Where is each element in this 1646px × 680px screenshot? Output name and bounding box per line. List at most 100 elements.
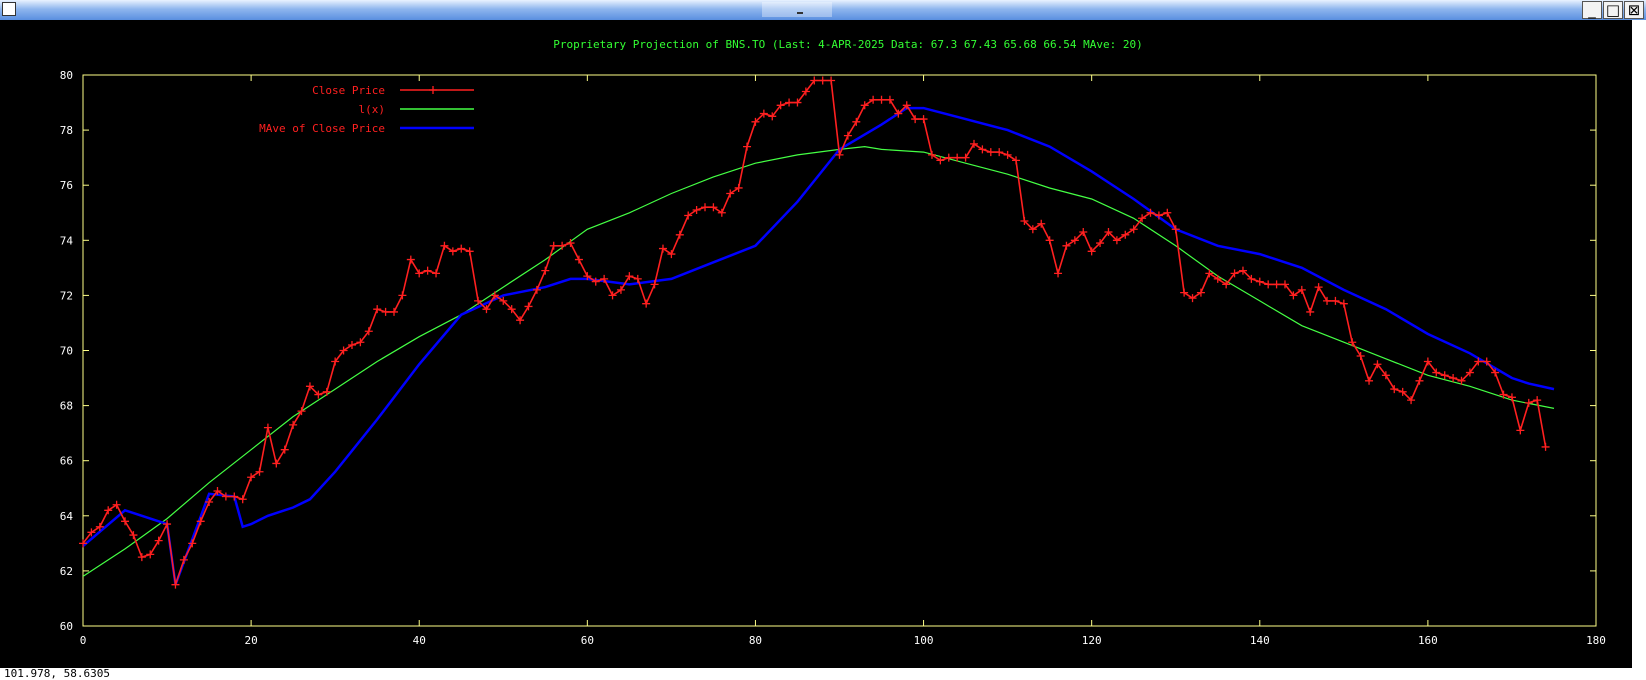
close-price-point [1163,208,1172,217]
y-tick-label: 62 [60,565,73,578]
close-price-point [1390,385,1399,394]
close-price-point [692,205,701,214]
close-price-point [549,241,558,250]
close-price-point [827,76,836,85]
close-price-point [280,445,289,454]
close-price-point [986,148,995,157]
close-price-point [272,459,281,468]
y-tick-label: 78 [60,124,73,137]
legend-label: Close Price [312,84,385,97]
close-price-point [558,241,567,250]
close-price-point [112,500,121,509]
maximize-icon: □ [1605,1,1621,19]
close-price-point [869,95,878,104]
close-price-point [1255,277,1264,286]
close-price-point [1306,307,1315,316]
x-tick-label: 140 [1250,634,1270,647]
close-price-point [1533,396,1542,405]
close-price-point [457,244,466,253]
series-line-1 [82,145,1555,577]
close-price-point [818,76,827,85]
close-price-point [255,467,264,476]
close-price-point [415,269,424,278]
close-icon: ⊠ [1627,1,1641,19]
close-price-point [1516,426,1525,435]
close-price-point [911,115,920,124]
x-tick-label: 180 [1586,634,1606,647]
close-price-point [1365,376,1374,385]
legend-label: MAve of Close Price [259,122,385,135]
close-price-point [1499,390,1508,399]
x-tick-label: 80 [749,634,762,647]
close-price-point [322,387,331,396]
close-price-point [633,274,642,283]
close-price-point [1331,296,1340,305]
x-tick-label: 160 [1418,634,1438,647]
close-price-point [541,266,550,275]
close-price-point [684,211,693,220]
close-button[interactable]: ⊠ [1624,1,1644,19]
cursor-coordinates: 101.978, 58.6305 [4,667,110,680]
close-price-point [137,553,146,562]
series-line-0 [82,79,1547,585]
close-price-point [1314,283,1323,292]
x-tick-label: 100 [914,634,934,647]
close-price-point [154,536,163,545]
close-price-point [995,148,1004,157]
close-price-point [709,203,718,212]
close-price-point [448,247,457,256]
close-price-point [1339,299,1348,308]
legend-label: l(x) [359,103,386,116]
close-price-point [667,250,676,259]
close-price-point [927,150,936,159]
y-tick-label: 80 [60,69,73,82]
close-price-point [1045,236,1054,245]
close-price-point [785,98,794,107]
close-price-point [574,255,583,264]
close-price-point [432,269,441,278]
close-price-point [1323,296,1332,305]
y-tick-label: 76 [60,179,73,192]
close-price-point [1297,285,1306,294]
close-price-point [1012,156,1021,165]
close-price-point [297,407,306,416]
y-tick-label: 68 [60,400,73,413]
x-tick-label: 60 [581,634,594,647]
minimize-button[interactable]: _ [1582,1,1602,19]
window-menu-icon[interactable] [2,2,16,16]
close-price-point [423,266,432,275]
close-price-point [625,272,634,281]
y-tick-label: 74 [60,234,74,247]
close-price-point [171,580,180,589]
close-price-point [877,95,886,104]
close-price-point [608,291,617,300]
chart: Proprietary Projection of BNS.TO (Last: … [60,38,1606,647]
close-price-point [398,291,407,300]
window-titlebar[interactable]: _ □ ⊠ [0,0,1646,20]
close-price-point [978,145,987,154]
close-price-point [701,203,710,212]
x-tick-label: 0 [80,634,87,647]
close-price-point [289,420,298,429]
status-bar: 101.978, 58.6305 [0,668,1646,680]
close-price-point [230,492,239,501]
close-price-point [1054,269,1063,278]
close-price-point [524,302,533,311]
close-price-point [675,230,684,239]
close-price-point [238,495,247,504]
close-price-point [1272,280,1281,289]
plot-area[interactable]: Proprietary Projection of BNS.TO (Last: … [0,20,1646,668]
maximize-button[interactable]: □ [1603,1,1623,19]
close-price-point [406,255,415,264]
minimize-icon: _ [1588,1,1596,19]
close-price-point [944,153,953,162]
right-scroll-strip[interactable] [1632,20,1646,668]
close-price-point [465,247,474,256]
close-price-point [129,531,138,540]
close-price-point [1524,398,1533,407]
titlebar-grip[interactable] [762,2,832,17]
close-price-point [1541,442,1550,451]
close-price-point [726,189,735,198]
close-price-point [1213,274,1222,283]
y-tick-label: 64 [60,510,74,523]
